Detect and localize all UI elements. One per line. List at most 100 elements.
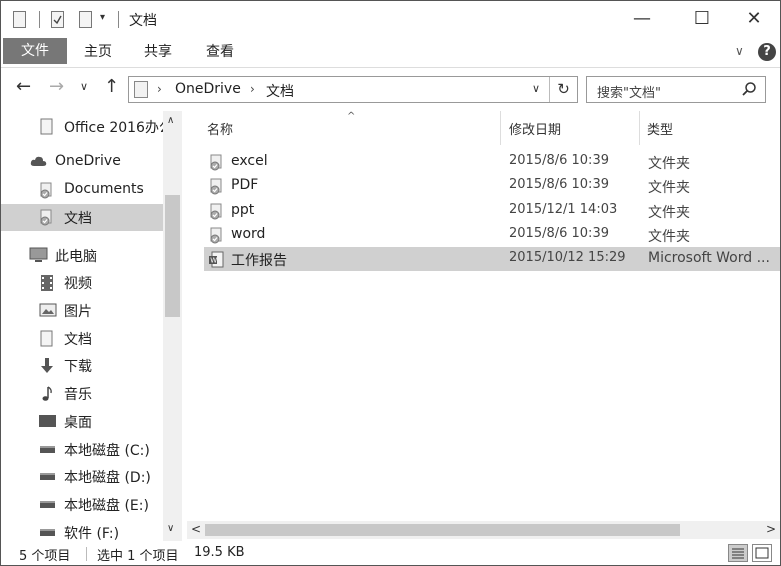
file-list: 名称 ^ 修改日期 类型 excel 2015/8/6 10:39 文件夹 PDF 20…	[187, 111, 780, 521]
drive-icon	[38, 441, 55, 457]
file-date: 2015/8/6 10:39	[509, 226, 609, 241]
help-icon[interactable]: ?	[758, 43, 776, 61]
document-icon	[39, 118, 55, 135]
breadcrumb-onedrive[interactable]: OneDrive	[175, 81, 241, 97]
selection-count: 选中 1 个项目	[97, 549, 179, 564]
file-row[interactable]: ppt 2015/12/1 14:03 文件夹	[204, 199, 780, 223]
toolbar-divider	[118, 11, 119, 28]
file-type: 文件夹	[648, 229, 690, 245]
window-title: 文档	[129, 13, 157, 29]
close-button[interactable]: ✕	[739, 9, 769, 29]
search-input[interactable]: 搜索"文档"	[586, 76, 766, 103]
minimize-button[interactable]: —	[627, 9, 657, 29]
sort-ascending-icon: ^	[347, 111, 356, 122]
file-type: 文件夹	[648, 180, 690, 196]
search-icon[interactable]	[741, 81, 757, 97]
location-icon	[134, 81, 148, 98]
desktop-icon	[38, 413, 56, 429]
document-icon	[39, 330, 55, 347]
back-button[interactable]: ←	[16, 76, 31, 97]
sidebar-item[interactable]: 桌面	[1, 408, 163, 435]
address-bar[interactable]: › OneDrive › 文档 ∨ ↻	[128, 76, 578, 103]
drive-icon	[38, 496, 55, 512]
column-divider[interactable]	[639, 111, 640, 145]
sidebar-item[interactable]: 音乐	[1, 380, 163, 407]
forward-button[interactable]: →	[49, 76, 64, 97]
file-date: 2015/8/6 10:39	[509, 153, 609, 168]
new-folder-icon[interactable]	[79, 11, 92, 28]
word-document-icon: W	[208, 251, 224, 268]
file-row[interactable]: W 工作报告 2015/10/12 15:29 Microsoft Word ...	[204, 247, 780, 271]
quick-access-dropdown-icon[interactable]: ▾	[100, 12, 105, 23]
sidebar-item-label: 桌面	[64, 415, 92, 431]
maximize-button[interactable]: ☐	[687, 9, 717, 29]
scrollbar-thumb[interactable]	[165, 195, 180, 317]
computer-icon	[29, 247, 48, 263]
picture-icon	[39, 302, 57, 318]
scroll-up-icon[interactable]: ∧	[167, 115, 174, 126]
sidebar-item[interactable]: 文档	[1, 204, 163, 231]
scroll-down-icon[interactable]: ∨	[167, 523, 174, 534]
file-row[interactable]: word 2015/8/6 10:39 文件夹	[204, 223, 780, 247]
sidebar-item-label: 视频	[64, 276, 92, 292]
breadcrumb-separator: ›	[250, 82, 255, 96]
recent-locations-button[interactable]: ∨	[80, 80, 88, 93]
svg-text:W: W	[210, 257, 217, 265]
sidebar-item[interactable]: 下载	[1, 352, 163, 379]
tab-home[interactable]: 主页	[84, 41, 112, 61]
scrollbar-thumb[interactable]	[205, 524, 680, 536]
file-type: Microsoft Word ...	[648, 250, 770, 266]
up-button[interactable]: ↑	[104, 76, 119, 97]
tab-file[interactable]: 文件	[3, 38, 67, 64]
sidebar-item-label: Documents	[64, 181, 144, 197]
toolbar-divider	[39, 11, 40, 28]
refresh-button[interactable]: ↻	[549, 77, 577, 102]
sidebar-item[interactable]: OneDrive	[1, 149, 163, 176]
scroll-right-icon[interactable]: >	[766, 522, 776, 536]
sidebar-item-label: 软件 (F:)	[64, 526, 120, 541]
horizontal-scrollbar[interactable]: < >	[187, 521, 780, 539]
sidebar-item[interactable]: Documents	[1, 177, 163, 204]
sidebar-item-label: OneDrive	[55, 153, 121, 169]
synced-folder-icon	[208, 227, 224, 244]
sidebar-item[interactable]: 文档	[1, 325, 163, 352]
file-date: 2015/12/1 14:03	[509, 202, 618, 217]
file-name: excel	[231, 153, 268, 169]
scroll-left-icon[interactable]: <	[191, 522, 201, 536]
properties-icon[interactable]	[51, 11, 64, 28]
sidebar-item-label: 文档	[64, 211, 92, 227]
file-type: 文件夹	[648, 156, 690, 172]
sidebar-item[interactable]: 视频	[1, 269, 163, 296]
sidebar-item-label: 音乐	[64, 387, 92, 403]
details-view-button[interactable]	[728, 544, 748, 562]
column-divider[interactable]	[500, 111, 501, 145]
file-row[interactable]: excel 2015/8/6 10:39 文件夹	[204, 150, 780, 174]
download-icon	[39, 357, 55, 373]
sidebar-item[interactable]: Office 2016办公	[1, 113, 163, 140]
tab-share[interactable]: 共享	[144, 41, 172, 61]
file-name: PDF	[231, 177, 259, 193]
column-header-date[interactable]: 修改日期	[509, 119, 561, 138]
breadcrumb-documents[interactable]: 文档	[266, 81, 294, 101]
column-header-name[interactable]: 名称	[207, 119, 233, 138]
tab-view[interactable]: 查看	[206, 41, 234, 61]
sidebar-item-label: 文档	[64, 332, 92, 348]
sidebar-item[interactable]: 此电脑	[1, 242, 163, 269]
sidebar-item[interactable]: 图片	[1, 297, 163, 324]
sidebar-item[interactable]: 本地磁盘 (E:)	[1, 491, 163, 518]
column-header-type[interactable]: 类型	[647, 119, 673, 138]
explorer-window: ▾ 文档 — ☐ ✕ 文件 主页 共享 查看 ∨ ? ← → ∨ ↑ › One…	[0, 0, 781, 566]
sidebar-item[interactable]: 本地磁盘 (C:)	[1, 436, 163, 463]
ribbon-expand-icon[interactable]: ∨	[735, 44, 744, 58]
sidebar-item[interactable]: 本地磁盘 (D:)	[1, 463, 163, 490]
address-dropdown-icon[interactable]: ∨	[532, 82, 540, 95]
nav-scrollbar[interactable]: ∧ ∨	[163, 111, 182, 541]
sidebar-item-label: 本地磁盘 (E:)	[64, 498, 149, 514]
sidebar-item[interactable]: 软件 (F:)	[1, 519, 163, 541]
synced-folder-icon	[38, 182, 54, 199]
title-bar: ▾ 文档 — ☐ ✕	[1, 1, 780, 37]
folder-icon[interactable]	[13, 11, 26, 28]
sidebar-item-label: Office 2016办公	[64, 120, 163, 136]
large-icons-view-button[interactable]	[752, 544, 772, 562]
file-row[interactable]: PDF 2015/8/6 10:39 文件夹	[204, 174, 780, 198]
